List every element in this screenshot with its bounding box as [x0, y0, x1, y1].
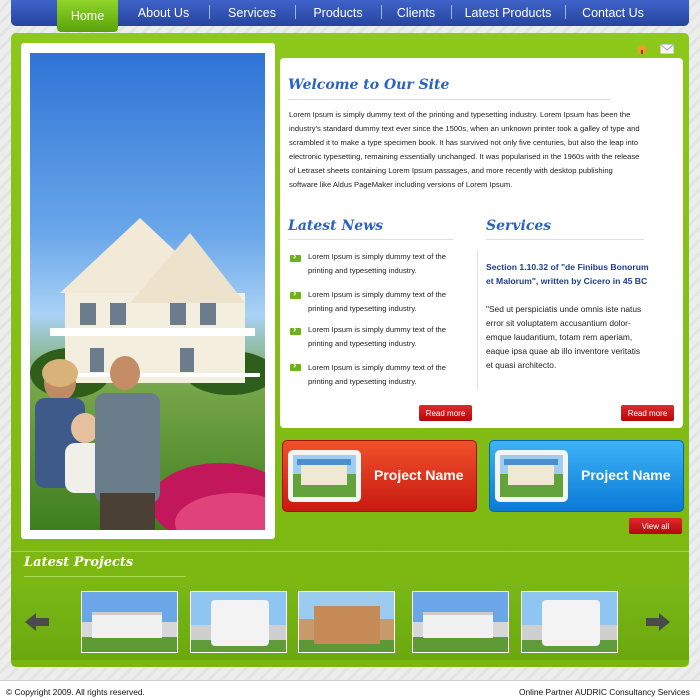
services-subtitle: Section 1.10.32 of "de Finibus Bonorum e… [486, 260, 649, 288]
welcome-line: of Letraset sheets containing Lorem Ipsu… [289, 166, 613, 175]
welcome-line: electronic typesetting, remaining essent… [289, 152, 640, 161]
gallery-thumbnail[interactable] [298, 591, 395, 653]
view-all-button[interactable]: View all [629, 518, 682, 534]
nav-services[interactable]: Services [209, 0, 295, 26]
services-body-line: "Sed ut perspiciatis unde omnis iste nat… [486, 304, 642, 314]
latest-projects-underline [24, 576, 186, 577]
mail-icon[interactable] [660, 44, 674, 54]
services-body: "Sed ut perspiciatis unde omnis iste nat… [486, 302, 641, 372]
project-thumbnail [288, 450, 361, 502]
nav-contact-us[interactable]: Contact Us [565, 0, 661, 26]
news-item-line: printing and typesetting industry. [308, 304, 417, 313]
partner-text: Online Partner AUDRIC Consultancy Servic… [519, 687, 690, 697]
news-item[interactable]: Lorem Ipsum is simply dummy text of the … [308, 288, 446, 316]
gallery-thumbnail[interactable] [412, 591, 509, 653]
services-body-line: error sit voluptatem accusantium dolor- [486, 318, 631, 328]
welcome-line: software like Aldus PageMaker including … [289, 180, 513, 189]
arrow-bullet-icon [290, 360, 301, 371]
services-underline [486, 239, 644, 240]
news-item-line: printing and typesetting industry. [308, 266, 417, 275]
arrow-bullet-icon [290, 324, 301, 335]
nav-products[interactable]: Products [295, 0, 381, 26]
services-body-line: eaque ipsa quae ab illo inventore verita… [486, 346, 641, 356]
nav-home[interactable]: Home [57, 0, 118, 32]
section-separator [11, 551, 689, 552]
arrow-right-icon[interactable] [646, 612, 670, 632]
services-body-line: et quasi architecto. [486, 360, 557, 370]
top-icons [636, 44, 674, 54]
news-underline [288, 239, 453, 240]
welcome-text: Lorem Ipsum is simply dummy text of the … [289, 108, 659, 192]
news-read-more-button[interactable]: Read more [419, 405, 472, 421]
gallery-thumbnail[interactable] [190, 591, 287, 653]
main-nav: Home About Us Services Products Clients … [11, 0, 689, 32]
services-subtitle-line: et Malorum", written by Cicero in 45 BC [486, 276, 648, 286]
gallery-thumbnail[interactable] [81, 591, 178, 653]
news-item-line: printing and typesetting industry. [308, 377, 417, 386]
news-item-line: printing and typesetting industry. [308, 339, 417, 348]
services-subtitle-line: Section 1.10.32 of "de Finibus Bonorum [486, 262, 649, 272]
nav-clients[interactable]: Clients [381, 0, 451, 26]
news-item[interactable]: Lorem Ipsum is simply dummy text of the … [308, 250, 446, 278]
services-title: Services [486, 218, 552, 234]
hero-photo [30, 53, 265, 530]
news-item[interactable]: Lorem Ipsum is simply dummy text of the … [308, 323, 446, 351]
latest-projects-title: Latest Projects [24, 555, 134, 570]
welcome-line: industry's standard dummy text ever sinc… [289, 124, 640, 133]
news-item-line: Lorem Ipsum is simply dummy text of the [308, 325, 446, 334]
project-card[interactable]: Project Name [489, 440, 684, 512]
copyright-text: © Copyright 2009. All rights reserved. [6, 687, 145, 697]
project-name: Project Name [581, 467, 671, 483]
arrow-bullet-icon [290, 251, 301, 262]
nav-latest-products[interactable]: Latest Products [451, 0, 565, 26]
gallery-thumbnail[interactable] [521, 591, 618, 653]
news-item-line: Lorem Ipsum is simply dummy text of the [308, 363, 446, 372]
nav-about-us[interactable]: About Us [118, 0, 209, 26]
news-item-line: Lorem Ipsum is simply dummy text of the [308, 252, 446, 261]
arrow-left-icon[interactable] [25, 612, 49, 632]
welcome-line: Lorem Ipsum is simply dummy text of the … [289, 110, 631, 119]
arrow-bullet-icon [290, 288, 301, 299]
project-thumbnail [495, 450, 568, 502]
welcome-line: scrambled it to make a type specimen boo… [289, 138, 639, 147]
welcome-underline [288, 99, 610, 100]
services-read-more-button[interactable]: Read more [621, 405, 674, 421]
home-icon[interactable] [636, 44, 648, 54]
project-name: Project Name [374, 467, 464, 483]
project-card[interactable]: Project Name [282, 440, 477, 512]
welcome-title: Welcome to Our Site [288, 77, 450, 93]
news-item[interactable]: Lorem Ipsum is simply dummy text of the … [308, 361, 446, 389]
latest-news-title: Latest News [288, 218, 384, 234]
column-divider [477, 250, 478, 390]
footer: © Copyright 2009. All rights reserved. O… [0, 680, 700, 700]
services-body-line: emque laudantium, totam rem aperiam, [486, 332, 633, 342]
news-item-line: Lorem Ipsum is simply dummy text of the [308, 290, 446, 299]
